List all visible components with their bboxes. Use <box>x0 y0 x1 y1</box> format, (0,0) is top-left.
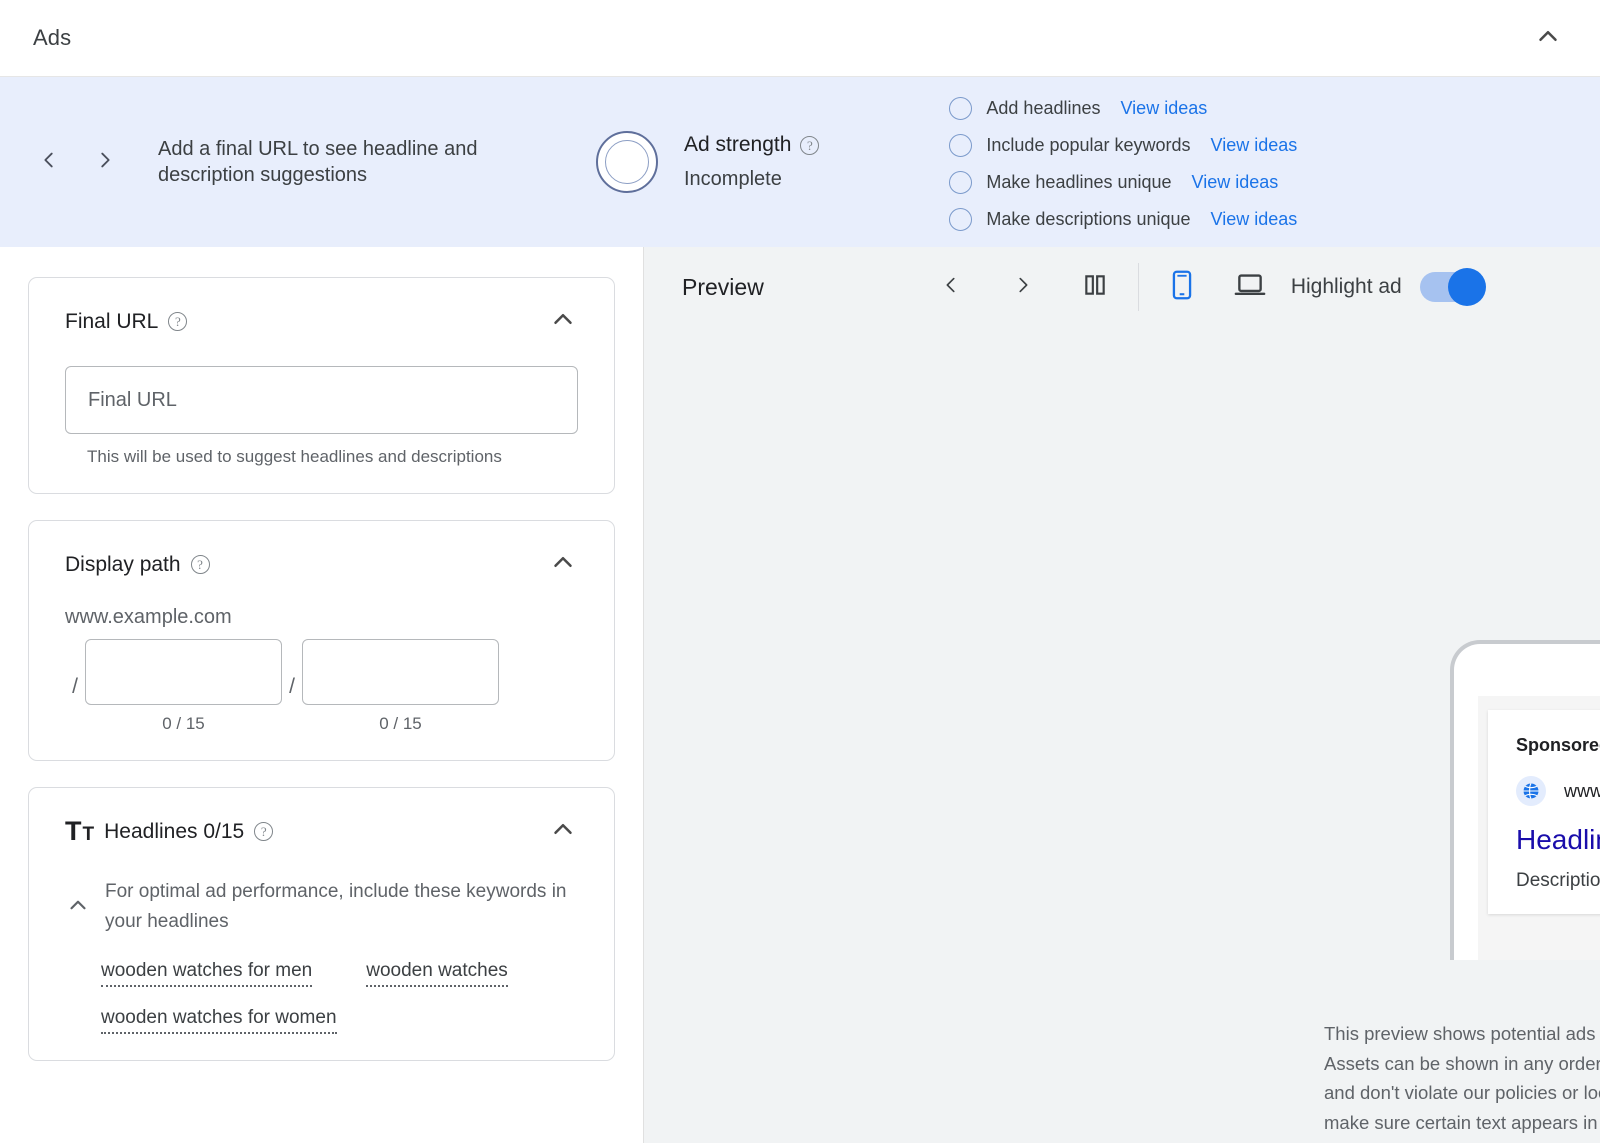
chevron-left-icon <box>940 272 962 303</box>
highlight-ad-label: Highlight ad <box>1291 275 1402 299</box>
path-slash-1: / <box>65 675 85 699</box>
keyword-chip[interactable]: wooden watches for women <box>101 1007 337 1034</box>
page-title: Ads <box>33 25 71 51</box>
preview-next-button[interactable] <box>1004 268 1042 306</box>
ad-headline[interactable]: Headline 1 - Headline 2 <box>1516 824 1600 856</box>
collapse-ads-button[interactable] <box>1526 16 1570 60</box>
carousel-prev-button[interactable] <box>36 146 62 178</box>
checklist-item-label: Make headlines unique <box>986 172 1171 193</box>
checklist-item: Include popular keywords View ideas <box>949 134 1297 157</box>
ad-strength-checklist: Add headlines View ideas Include popular… <box>949 93 1297 231</box>
help-icon[interactable]: ? <box>254 822 273 841</box>
collapse-headlines-button[interactable] <box>548 814 578 849</box>
view-ideas-link[interactable]: View ideas <box>1211 135 1298 156</box>
final-url-input[interactable] <box>65 366 578 434</box>
ad-strength-message: Add a final URL to see headline and desc… <box>158 136 528 188</box>
globe-icon <box>1516 776 1546 806</box>
display-path-input-2[interactable] <box>302 639 499 705</box>
collapse-display-path-button[interactable] <box>548 547 578 582</box>
mobile-device-icon <box>1169 270 1195 305</box>
text-format-icon: TT <box>65 820 94 843</box>
display-path-title: Display path <box>65 553 181 577</box>
ad-display-url: www.example.com/ <box>1564 781 1600 802</box>
split-view-button[interactable] <box>1076 268 1114 306</box>
display-path-counter-2: 0 / 15 <box>302 714 499 734</box>
ads-section-header: Ads <box>0 0 1600 77</box>
laptop-device-icon <box>1234 272 1266 303</box>
display-path-domain: www.example.com <box>65 606 578 629</box>
sponsored-label: Sponsored <box>1516 735 1600 756</box>
collapse-keyword-note-button[interactable] <box>65 892 91 923</box>
help-icon[interactable]: ? <box>800 136 819 155</box>
highlight-ad-control: Highlight ad <box>1291 272 1484 302</box>
chevron-up-icon <box>1533 21 1563 56</box>
help-icon[interactable]: ? <box>191 555 210 574</box>
checklist-item-label: Include popular keywords <box>986 135 1190 156</box>
carousel-next-button[interactable] <box>92 146 118 178</box>
highlight-ad-toggle[interactable] <box>1420 272 1484 302</box>
chevron-left-icon <box>38 147 60 178</box>
preview-prev-button[interactable] <box>932 268 970 306</box>
keyword-suggestion-list: wooden watches for men wooden watches wo… <box>101 960 578 1034</box>
help-icon[interactable]: ? <box>168 312 187 331</box>
ad-preview-panel: Preview <box>644 247 1600 1143</box>
display-path-card: Display path ? www.example.com / 0 / 15 … <box>28 520 615 761</box>
checklist-circle-icon[interactable] <box>949 171 972 194</box>
keyword-chip[interactable]: wooden watches <box>366 960 508 987</box>
preview-disclaimer: This preview shows potential ads assembl… <box>1324 1019 1600 1137</box>
collapse-final-url-button[interactable] <box>548 304 578 339</box>
preview-mobile-button[interactable] <box>1163 268 1201 306</box>
view-ideas-link[interactable]: View ideas <box>1211 209 1298 230</box>
ad-strength-status: Incomplete <box>684 165 819 194</box>
final-url-title: Final URL <box>65 310 158 334</box>
checklist-item: Make headlines unique View ideas <box>949 171 1297 194</box>
checklist-circle-icon[interactable] <box>949 97 972 120</box>
ad-description: Description 1. Description 2. <box>1516 870 1600 892</box>
suggestion-carousel-nav <box>36 146 118 178</box>
keyword-suggestion-note: For optimal ad performance, include thes… <box>105 877 578 938</box>
device-screen: Sponsored www.example.com/ Headline 1 - … <box>1478 696 1600 960</box>
final-url-card: Final URL ? This will be used to suggest… <box>28 277 615 494</box>
preview-toolbar: Preview <box>644 247 1600 327</box>
ad-editor-form: Final URL ? This will be used to suggest… <box>0 247 644 1143</box>
keyword-chip[interactable]: wooden watches for men <box>101 960 312 987</box>
checklist-circle-icon[interactable] <box>949 134 972 157</box>
preview-device-frame: Sponsored www.example.com/ Headline 1 - … <box>1450 640 1600 960</box>
chevron-right-icon <box>94 147 116 178</box>
toolbar-divider <box>1138 263 1139 311</box>
view-ideas-link[interactable]: View ideas <box>1121 98 1208 119</box>
search-ad-preview: Sponsored www.example.com/ Headline 1 - … <box>1488 710 1600 914</box>
ad-strength-indicator: Ad strength ? Incomplete <box>596 130 819 193</box>
checklist-item-label: Make descriptions unique <box>986 209 1190 230</box>
headlines-title: Headlines 0/15 <box>104 820 244 844</box>
preview-disclaimer-text: This preview shows potential ads assembl… <box>1324 1023 1600 1133</box>
preview-title: Preview <box>682 274 764 301</box>
chevron-right-icon <box>1012 272 1034 303</box>
final-url-hint: This will be used to suggest headlines a… <box>65 447 578 467</box>
checklist-item: Make descriptions unique View ideas <box>949 208 1297 231</box>
checklist-item-label: Add headlines <box>986 98 1100 119</box>
display-path-counter-1: 0 / 15 <box>85 714 282 734</box>
display-path-input-1[interactable] <box>85 639 282 705</box>
ad-strength-banner: Add a final URL to see headline and desc… <box>0 77 1600 247</box>
ad-strength-label: Ad strength <box>684 130 791 160</box>
ad-strength-ring-icon <box>596 131 658 193</box>
checklist-circle-icon[interactable] <box>949 208 972 231</box>
preview-desktop-button[interactable] <box>1231 268 1269 306</box>
checklist-item: Add headlines View ideas <box>949 97 1297 120</box>
path-slash-2: / <box>282 675 302 699</box>
view-ideas-link[interactable]: View ideas <box>1192 172 1279 193</box>
headlines-card: TT Headlines 0/15 ? For optimal ad perfo… <box>28 787 615 1061</box>
split-view-icon <box>1082 272 1108 303</box>
